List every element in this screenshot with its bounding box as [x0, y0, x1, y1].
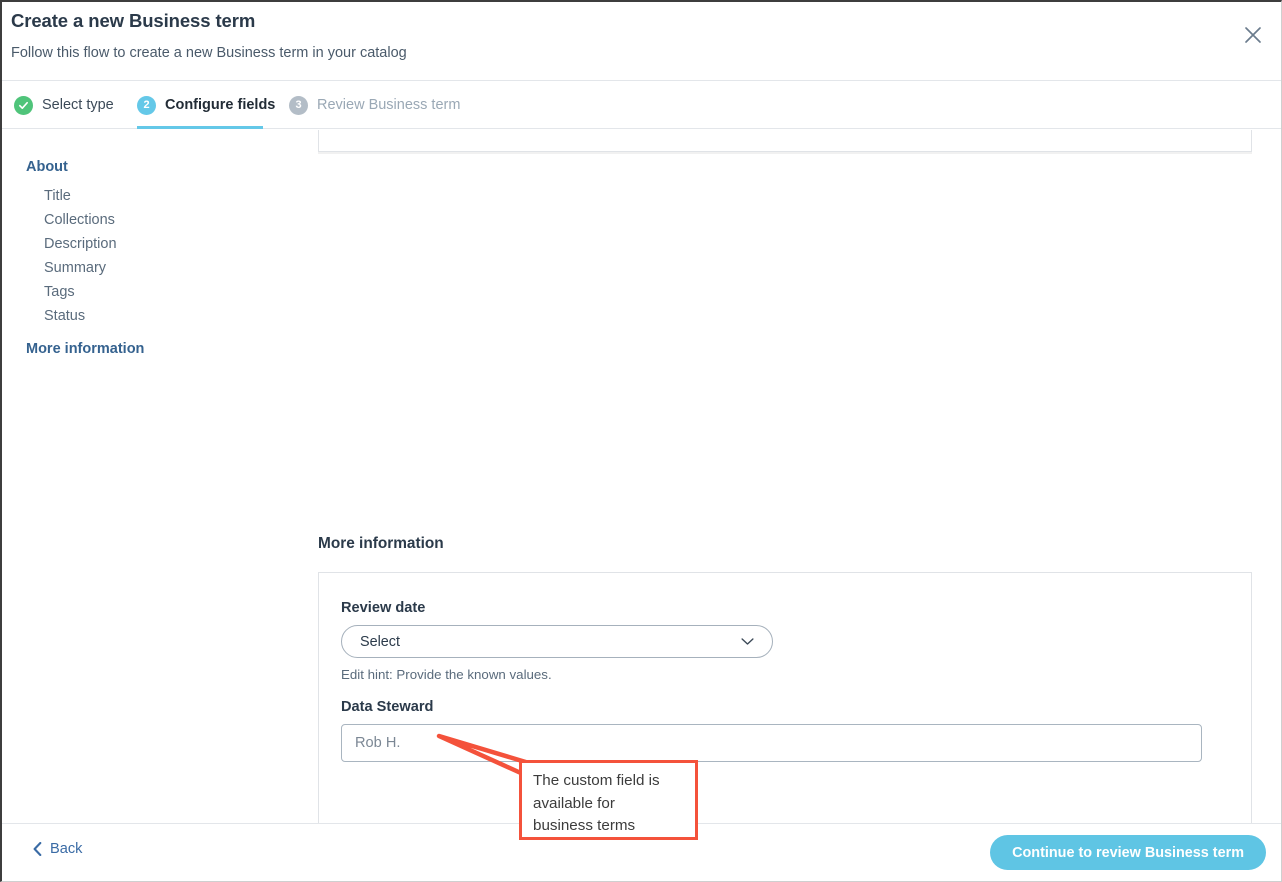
create-business-term-modal: Create a new Business term Follow this f…	[0, 0, 1282, 882]
step-indicator: Select type 2 Configure fields 3 Review …	[2, 81, 1281, 129]
close-icon	[1245, 27, 1261, 43]
more-information-heading: More information	[318, 535, 444, 552]
chevron-left-icon	[33, 842, 42, 856]
sidebar-item-description[interactable]: Description	[44, 236, 117, 252]
continue-to-review-button[interactable]: Continue to review Business term	[990, 835, 1266, 870]
chevron-down-icon	[741, 638, 754, 645]
step-select-type[interactable]: Select type	[14, 81, 114, 129]
active-step-underline	[137, 126, 263, 129]
review-date-select[interactable]: Select	[341, 625, 773, 658]
sidebar-item-title[interactable]: Title	[44, 188, 71, 204]
review-date-hint: Edit hint: Provide the known values.	[341, 667, 552, 682]
sidebar-group-about[interactable]: About	[26, 159, 68, 175]
data-steward-placeholder: Rob H.	[355, 735, 401, 751]
check-circle-icon	[14, 95, 33, 115]
sidebar-item-summary[interactable]: Summary	[44, 260, 106, 276]
review-date-value: Select	[360, 633, 400, 650]
annotation-callout: The custom field is available for busine…	[519, 760, 698, 840]
close-button[interactable]	[1238, 20, 1268, 50]
modal-header: Create a new Business term Follow this f…	[2, 2, 1281, 81]
step-review-business-term[interactable]: 3 Review Business term	[289, 81, 460, 129]
step-number-badge-2: 2	[137, 95, 156, 115]
page-subtitle: Follow this flow to create a new Busines…	[11, 45, 407, 61]
data-steward-input[interactable]: Rob H.	[341, 724, 1202, 762]
sidebar-group-more-information[interactable]: More information	[26, 341, 144, 357]
annotation-line-2: available for	[533, 794, 615, 812]
back-button-label: Back	[50, 841, 83, 857]
step-label-configure-fields: Configure fields	[165, 97, 276, 113]
review-date-label: Review date	[341, 600, 426, 616]
step-number-badge-3: 3	[289, 95, 308, 115]
data-steward-label: Data Steward	[341, 699, 434, 715]
about-card: Offer a detailed summary of the resource…	[318, 130, 1252, 152]
page-title: Create a new Business term	[11, 10, 256, 31]
sidebar-item-collections[interactable]: Collections	[44, 212, 115, 228]
annotation-line-3: business terms	[533, 817, 636, 834]
sidebar-item-status[interactable]: Status	[44, 308, 85, 324]
annotation-line-1: The custom field is	[533, 772, 660, 789]
sidebar-item-tags[interactable]: Tags	[44, 284, 75, 300]
more-information-card: Review date Select Edit hint: Provide th…	[318, 572, 1252, 825]
back-button[interactable]: Back	[33, 841, 82, 857]
check-icon	[19, 101, 28, 109]
step-label-select-type: Select type	[42, 97, 114, 113]
step-label-review-business-term: Review Business term	[317, 97, 461, 113]
step-configure-fields[interactable]: 2 Configure fields	[137, 81, 275, 129]
modal-body: About Title Collections Description Summ…	[2, 130, 1281, 825]
